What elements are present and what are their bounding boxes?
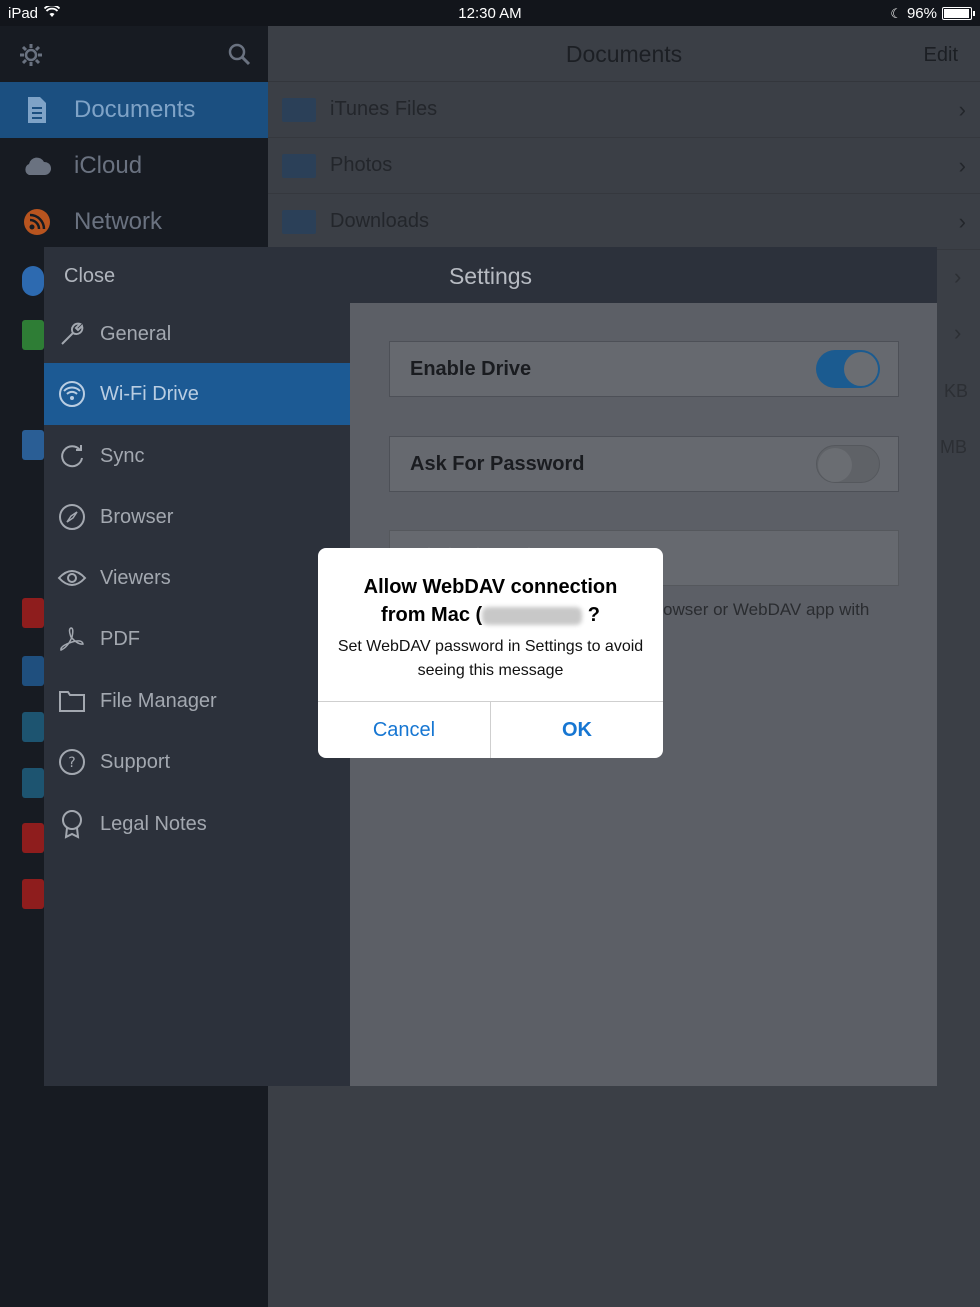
- menu-item-label: General: [100, 322, 172, 345]
- folder-name: Downloads: [330, 210, 429, 232]
- enable-drive-label: Enable Drive: [410, 357, 532, 380]
- sidebar-item-label: Documents: [74, 96, 196, 123]
- wifi-icon: [44, 380, 100, 408]
- menu-item-label: Viewers: [100, 566, 171, 589]
- menu-item-wifi-drive[interactable]: Wi-Fi Drive: [44, 363, 350, 425]
- menu-item-label: File Manager: [100, 689, 217, 712]
- menu-item-sync[interactable]: Sync: [44, 425, 350, 487]
- alert-title-line2-prefix: from Mac (: [381, 604, 483, 626]
- sidebar-item-icloud[interactable]: iCloud: [0, 138, 268, 194]
- status-time: 12:30 AM: [458, 5, 522, 22]
- moon-icon: ☾: [890, 5, 902, 21]
- file-size: KB: [944, 381, 969, 401]
- search-icon[interactable]: [226, 41, 252, 72]
- alert-title-line1: Allow WebDAV connection: [363, 576, 618, 598]
- settings-title: Settings: [448, 263, 533, 289]
- folder-name: iTunes Files: [330, 98, 438, 120]
- eye-icon: [44, 568, 100, 588]
- ask-password-label: Ask For Password: [410, 452, 585, 475]
- menu-item-label: Support: [100, 750, 171, 773]
- menu-item-label: PDF: [100, 627, 140, 650]
- status-bar: iPad 12:30 AM ☾ 96%: [0, 0, 980, 26]
- enable-drive-row: Enable Drive: [389, 341, 899, 397]
- cloud-icon: [0, 156, 74, 176]
- chevron-right-icon: ›: [958, 208, 966, 234]
- gear-icon[interactable]: [18, 42, 44, 73]
- toggle-knob: [818, 448, 852, 482]
- ask-password-toggle[interactable]: [816, 445, 880, 483]
- enable-drive-toggle[interactable]: [816, 350, 880, 388]
- audio-file-icon: [22, 768, 44, 798]
- sidebar-item-network[interactable]: Network: [0, 194, 268, 250]
- chevron-right-icon: ›: [954, 320, 962, 345]
- sync-icon: [44, 442, 100, 470]
- folder-icon: [44, 689, 100, 713]
- list-item[interactable]: Photos ›: [268, 138, 980, 194]
- pdf-file-icon: [22, 598, 44, 628]
- webdav-alert: Allow WebDAV connection from Mac ( ? Set…: [318, 548, 663, 758]
- page-title: Documents: [565, 41, 683, 67]
- pdf-file-icon: [22, 823, 44, 853]
- ask-password-row: Ask For Password: [389, 436, 899, 492]
- file-size: MB: [940, 437, 967, 457]
- alert-title: Allow WebDAV connection from Mac ( ?: [338, 573, 643, 629]
- sidebar-item-documents[interactable]: Documents: [0, 82, 268, 138]
- menu-item-label: Browser: [100, 505, 174, 528]
- list-item[interactable]: Downloads ›: [268, 194, 980, 250]
- documents-header: Documents Edit: [268, 26, 980, 82]
- ribbon-icon: [44, 809, 100, 839]
- sidebar-item-label: Network: [74, 208, 163, 235]
- toggle-knob: [844, 352, 878, 386]
- menu-item-label: Sync: [100, 444, 145, 467]
- dropbox-icon: [22, 430, 44, 460]
- add-icon: [22, 320, 44, 350]
- menu-item-viewers[interactable]: Viewers: [44, 547, 350, 609]
- menu-item-pdf[interactable]: PDF: [44, 608, 350, 670]
- chevron-right-icon: ›: [958, 152, 966, 178]
- menu-item-browser[interactable]: Browser: [44, 486, 350, 548]
- battery-icon: [942, 7, 975, 20]
- chevron-right-icon: ›: [954, 264, 962, 289]
- chevron-right-icon: ›: [958, 96, 966, 122]
- wrench-icon: [44, 320, 100, 348]
- alert-buttons: Cancel OK: [318, 701, 663, 758]
- menu-item-legal-notes[interactable]: Legal Notes: [44, 793, 350, 855]
- list-item[interactable]: iTunes Files ›: [268, 82, 980, 138]
- menu-item-general[interactable]: General: [44, 303, 350, 365]
- cancel-button[interactable]: Cancel: [318, 702, 490, 758]
- video-file-icon: [22, 656, 44, 686]
- alert-title-line2-suffix: ?: [582, 604, 600, 626]
- edit-button[interactable]: Edit: [924, 44, 958, 67]
- folder-icon: [282, 97, 316, 122]
- network-icon: [0, 208, 74, 236]
- menu-item-label: Legal Notes: [100, 812, 207, 835]
- redacted-address: [482, 606, 583, 625]
- folder-icon: [282, 153, 316, 178]
- menu-item-support[interactable]: ? Support: [44, 731, 350, 793]
- pdf-file-icon: [22, 879, 44, 909]
- ok-button[interactable]: OK: [490, 702, 663, 758]
- help-icon: ?: [44, 748, 100, 776]
- settings-header: Close Settings: [44, 247, 937, 303]
- sidebar-toolbar: [0, 26, 268, 82]
- menu-item-label: Wi-Fi Drive: [100, 382, 199, 405]
- compass-icon: [22, 266, 44, 296]
- audio-file-icon: [22, 712, 44, 742]
- alert-message: Set WebDAV password in Settings to avoid…: [337, 638, 644, 679]
- settings-menu: General Wi-Fi Drive Sync Browser Viewers: [44, 303, 350, 1086]
- sidebar-item-label: iCloud: [74, 152, 143, 179]
- pdf-icon: [44, 625, 100, 653]
- compass-icon: [44, 503, 100, 531]
- folder-name: Photos: [330, 154, 393, 176]
- svg-text:?: ?: [68, 755, 75, 771]
- menu-item-file-manager[interactable]: File Manager: [44, 670, 350, 732]
- battery-percent: 96%: [906, 5, 937, 22]
- document-icon: [0, 96, 74, 124]
- folder-icon: [282, 209, 316, 234]
